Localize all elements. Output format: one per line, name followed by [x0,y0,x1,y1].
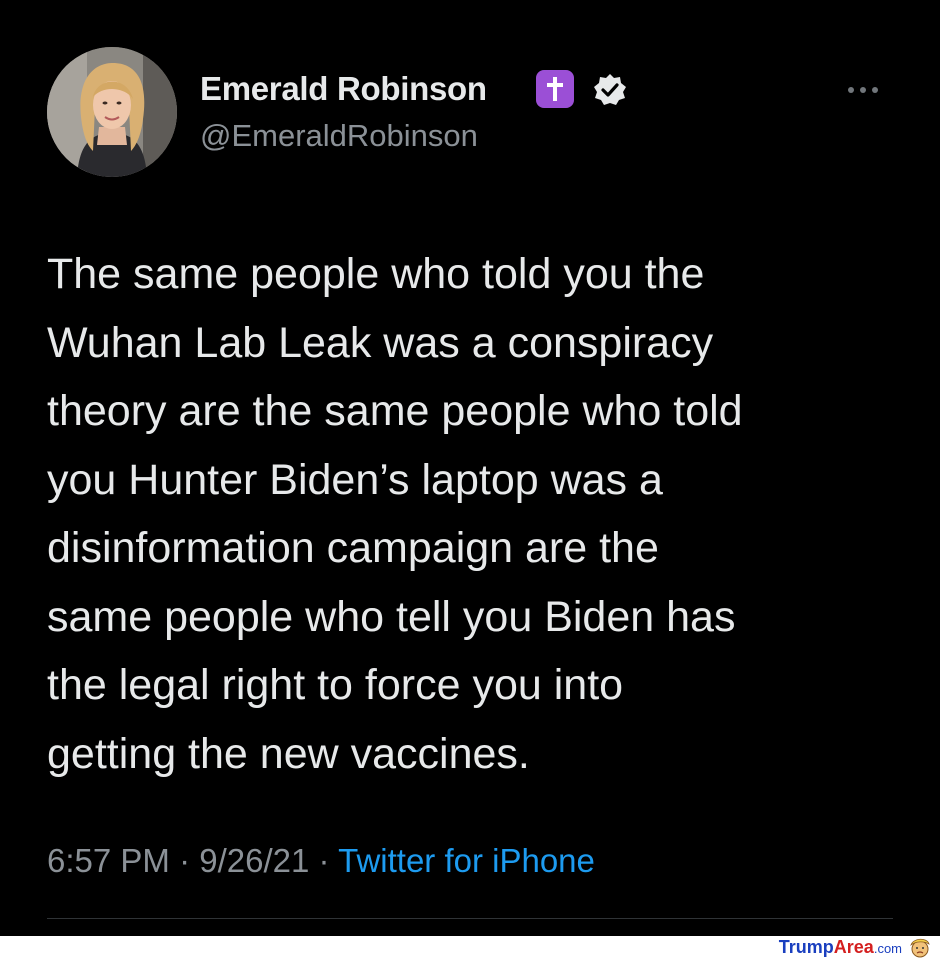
tweet-text-line: same people who tell you Biden has [47,592,736,641]
tweet-text-line: The same people who told you the [47,250,705,298]
tweet-card: Emerald Robinson @EmeraldRobinson The sa… [0,0,940,936]
site-watermark: TrumpArea.com [779,936,932,958]
meta-separator: · [318,842,330,879]
meta-separator: · [179,842,191,879]
divider [47,918,893,919]
tweet-time[interactable]: 6:57 PM [47,842,170,879]
tweet-source-link[interactable]: Twitter for iPhone [338,842,595,879]
author-handle[interactable]: @EmeraldRobinson [200,118,478,154]
watermark-area: Area [833,936,874,957]
tweet-text-line: disinformation campaign are the [47,524,659,572]
tweet-text-line: Wuhan Lab Leak was a conspiracy [47,318,714,367]
watermark-face-icon [910,938,930,958]
tweet-text-line: getting the new vaccines. [47,729,530,778]
display-name[interactable]: Emerald Robinson [200,70,487,108]
tweet-text: The same people who told you the Wuhan L… [47,240,907,788]
tweet-date[interactable]: 9/26/21 [199,842,309,879]
tweet-text-line: the legal right to force you into [47,661,624,709]
avatar-photo [47,47,177,177]
verified-icon [594,74,626,105]
watermark-trump: Trump [778,936,834,957]
watermark-com: .com [873,940,902,956]
watermark-text: TrumpArea.com [779,937,902,958]
avatar[interactable] [47,47,177,177]
tweet-text-line: you Hunter Biden’s laptop was a [47,455,663,504]
tweet-text-line: theory are the same people who told [47,387,743,435]
more-options-icon[interactable] [848,80,888,100]
cross-badge-icon [536,70,574,108]
tweet-meta: 6:57 PM · 9/26/21 · Twitter for iPhone [47,842,595,880]
